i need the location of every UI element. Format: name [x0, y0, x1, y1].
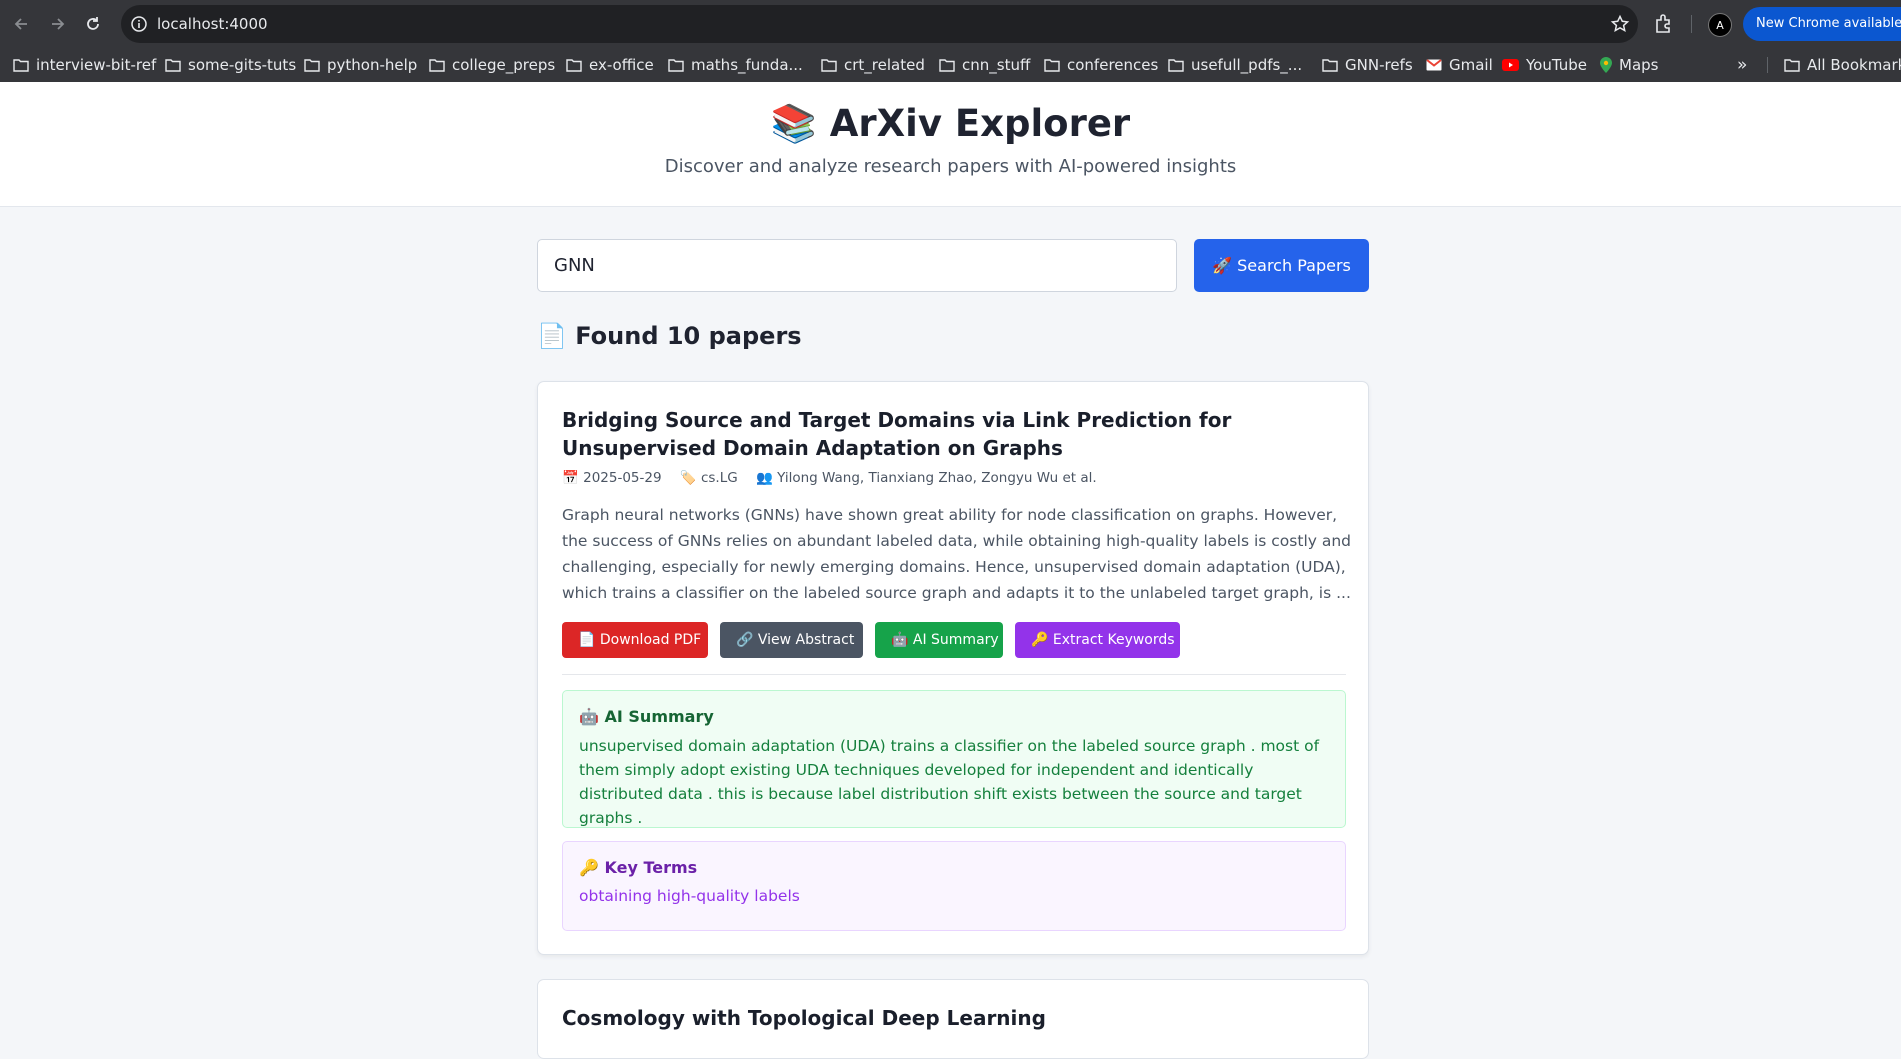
reload-button[interactable]: [79, 10, 107, 38]
paper-title[interactable]: Cosmology with Topological Deep Learning: [562, 1006, 1046, 1030]
folder-icon: [668, 59, 684, 72]
gmail-icon: [1426, 59, 1442, 71]
youtube-icon: [1502, 59, 1519, 71]
site-info-icon[interactable]: [129, 14, 149, 34]
bookmark-star-icon[interactable]: [1610, 14, 1630, 34]
bookmark-folder-conferences[interactable]: conferences: [1044, 48, 1158, 82]
bookmark-folder-gnn-refs[interactable]: GNN-refs: [1322, 48, 1413, 82]
paper-card: Cosmology with Topological Deep Learning: [537, 979, 1369, 1059]
bookmark-gmail[interactable]: Gmail: [1426, 48, 1493, 82]
folder-icon: [566, 59, 582, 72]
folder-icon: [165, 59, 181, 72]
bookmark-folder-maths-funda[interactable]: maths_funda...: [668, 48, 803, 82]
bookmark-maps[interactable]: Maps: [1600, 48, 1658, 82]
paper-abstract: Graph neural networks (GNNs) have shown …: [562, 506, 1352, 602]
bookmark-label: Gmail: [1449, 56, 1493, 74]
toolbar-divider: [1691, 15, 1692, 33]
page-title: 📚 ArXiv Explorer: [770, 102, 1131, 145]
bookmark-folder-crt-related[interactable]: crt_related: [821, 48, 925, 82]
ai-summary-button[interactable]: 🤖 AI Summary: [875, 622, 1003, 658]
card-divider: [562, 674, 1346, 675]
folder-icon: [1044, 59, 1060, 72]
bookmark-folder-some-gits-tuts[interactable]: some-gits-tuts: [165, 48, 296, 82]
arrow-right-icon: [52, 18, 65, 30]
bookmark-label: Maps: [1619, 56, 1659, 74]
maps-icon: [1600, 57, 1612, 73]
bookmark-folder-ex-office[interactable]: ex-office: [566, 48, 654, 82]
download-pdf-button[interactable]: 📄 Download PDF: [562, 622, 708, 658]
folder-icon: [1784, 59, 1800, 72]
folder-icon: [939, 59, 955, 72]
app-header: 📚 ArXiv Explorer Discover and analyze re…: [0, 82, 1901, 207]
bookmark-label: conferences: [1067, 56, 1159, 74]
bookmark-label: All Bookmarks: [1807, 56, 1901, 74]
back-button[interactable]: [8, 10, 36, 38]
bookmarks-divider: [1767, 57, 1768, 73]
bookmark-youtube[interactable]: YouTube: [1502, 48, 1587, 82]
folder-icon: [13, 59, 29, 72]
folder-icon: [429, 59, 445, 72]
browser-toolbar: localhost:4000 A New Chrome available: [0, 0, 1901, 48]
key-terms-panel: 🔑 Key Terms obtaining high-quality label…: [562, 841, 1346, 931]
ai-summary-panel: 🤖 AI Summary unsupervised domain adaptat…: [562, 690, 1346, 828]
bookmark-folder-cnn-stuff[interactable]: cnn_stuff: [939, 48, 1030, 82]
chrome-update-button[interactable]: New Chrome available: [1743, 7, 1901, 41]
folder-icon: [1168, 59, 1184, 72]
paper-meta: 📅 2025-05-29 🏷️ cs.LG 👥 Yilong Wang, Tia…: [562, 470, 1111, 486]
folder-icon: [304, 59, 320, 72]
bookmarks-bar: interview-bit-ref some-gits-tuts python-…: [0, 48, 1901, 83]
paper-date: 📅 2025-05-29: [562, 470, 662, 486]
arrow-left-icon: [14, 18, 27, 30]
all-bookmarks-button[interactable]: All Bookmarks: [1784, 48, 1901, 82]
bookmark-label: python-help: [327, 56, 418, 74]
bookmark-label: college_preps: [452, 56, 556, 74]
bookmark-label: some-gits-tuts: [188, 56, 297, 74]
paper-category: 🏷️ cs.LG: [679, 470, 738, 486]
folder-icon: [821, 59, 837, 72]
paper-title[interactable]: Bridging Source and Target Domains via L…: [562, 406, 1352, 462]
bookmark-label: usefull_pdfs_...: [1191, 56, 1303, 74]
reload-icon: [87, 17, 99, 30]
bookmark-folder-college-preps[interactable]: college_preps: [429, 48, 555, 82]
bookmark-label: maths_funda...: [691, 56, 803, 74]
bookmark-label: YouTube: [1526, 56, 1587, 74]
bookmark-folder-python-help[interactable]: python-help: [304, 48, 417, 82]
paper-actions: 📄 Download PDF 🔗 View Abstract 🤖 AI Summ…: [562, 622, 1180, 658]
bookmark-label: cnn_stuff: [962, 56, 1031, 74]
extensions-icon[interactable]: [1652, 12, 1676, 36]
view-abstract-button[interactable]: 🔗 View Abstract: [720, 622, 863, 658]
key-terms-heading: 🔑 Key Terms: [579, 858, 698, 877]
search-input[interactable]: [537, 239, 1177, 292]
extract-keywords-button[interactable]: 🔑 Extract Keywords: [1015, 622, 1180, 658]
bookmarks-overflow-button[interactable]: »: [1737, 48, 1747, 82]
address-bar[interactable]: localhost:4000: [121, 5, 1638, 43]
key-terms-text: obtaining high-quality labels: [579, 887, 800, 905]
ai-summary-text: unsupervised domain adaptation (UDA) tra…: [579, 737, 1320, 827]
search-papers-button[interactable]: 🚀 Search Papers: [1194, 239, 1369, 292]
bookmark-folder-usefull-pdfs[interactable]: usefull_pdfs_...: [1168, 48, 1302, 82]
bookmark-label: interview-bit-ref: [36, 56, 157, 74]
results-count-heading: 📄 Found 10 papers: [537, 322, 802, 350]
paper-card: Bridging Source and Target Domains via L…: [537, 381, 1369, 955]
profile-avatar[interactable]: A: [1708, 13, 1732, 37]
page-subtitle: Discover and analyze research papers wit…: [664, 156, 1237, 177]
bookmark-label: GNN-refs: [1345, 56, 1413, 74]
bookmark-label: crt_related: [844, 56, 925, 74]
bookmark-label: ex-office: [589, 56, 654, 74]
forward-button[interactable]: [43, 10, 71, 38]
folder-icon: [1322, 59, 1338, 72]
bookmark-folder-interview-bit-ref[interactable]: interview-bit-ref: [13, 48, 156, 82]
paper-authors: 👥 Yilong Wang, Tianxiang Zhao, Zongyu Wu…: [756, 470, 1097, 486]
url-text[interactable]: localhost:4000: [157, 5, 268, 43]
ai-summary-heading: 🤖 AI Summary: [579, 707, 714, 726]
